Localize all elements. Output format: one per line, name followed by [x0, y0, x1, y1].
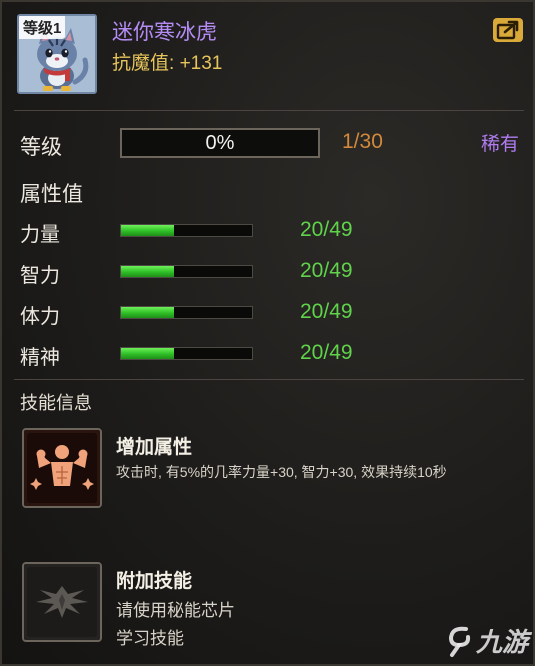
stat-label-spirit: 精神 — [20, 347, 60, 369]
stat-label-vitality: 体力 — [20, 306, 60, 328]
stat-label-intelligence: 智力 — [20, 265, 60, 287]
attributes-title: 属性值 — [20, 183, 83, 206]
muscle-flex-icon — [24, 430, 100, 506]
header-divider — [14, 110, 524, 111]
stat-value-spirit: 20/49 — [300, 341, 353, 364]
resist-label: 抗魔值: — [112, 53, 175, 74]
level-progress-bar: 0% — [120, 128, 320, 158]
stat-bar-strength — [120, 224, 253, 237]
skill-slot-1[interactable] — [22, 428, 102, 508]
stat-fill — [121, 348, 175, 359]
pet-info-panel: 等级1 迷你寒冰虎 抗魔值: +131 等级 0% 1/30 稀有 属性值 力量… — [0, 0, 535, 666]
share-export-icon — [496, 20, 519, 40]
stat-value-vitality: 20/49 — [300, 300, 353, 323]
stat-fill — [121, 307, 175, 318]
stat-fill — [121, 266, 175, 277]
skill-desc-1: 攻击时, 有5%的几率力量+30, 智力+30, 效果持续10秒 — [116, 464, 447, 480]
stat-bar-spirit — [120, 347, 253, 360]
stat-value-intelligence: 20/49 — [300, 259, 353, 282]
level-progress-text: 0% — [205, 131, 235, 154]
level-label: 等级 — [20, 136, 62, 159]
wing-emblem-icon — [24, 564, 100, 640]
stat-bar-intelligence — [120, 265, 253, 278]
resist-value: +131 — [179, 53, 223, 74]
watermark: 九游 — [446, 622, 528, 659]
stat-value-strength: 20/49 — [300, 218, 353, 241]
stat-fill — [121, 225, 175, 236]
skill-name-2: 附加技能 — [116, 571, 193, 592]
skills-divider — [14, 379, 524, 380]
resist-stat: 抗魔值: +131 — [112, 48, 222, 75]
pet-portrait[interactable]: 等级1 — [17, 14, 97, 94]
rarity-badge: 稀有 — [481, 134, 520, 155]
level-count: 1/30 — [342, 130, 383, 153]
skill-slot-2[interactable] — [22, 562, 102, 642]
pet-level-tag: 等级1 — [19, 16, 66, 39]
stat-label-strength: 力量 — [20, 224, 60, 246]
skill-desc-2-line1: 请使用秘能芯片 — [116, 601, 235, 620]
watermark-text: 九游 — [476, 627, 529, 657]
pet-name: 迷你寒冰虎 — [112, 21, 217, 44]
skills-title: 技能信息 — [20, 393, 92, 413]
skill-desc-2-line2: 学习技能 — [116, 629, 184, 648]
nine-game-logo-icon — [448, 626, 471, 657]
share-button[interactable] — [493, 18, 523, 42]
stat-bar-vitality — [120, 306, 253, 319]
skill-name-1: 增加属性 — [116, 437, 193, 458]
